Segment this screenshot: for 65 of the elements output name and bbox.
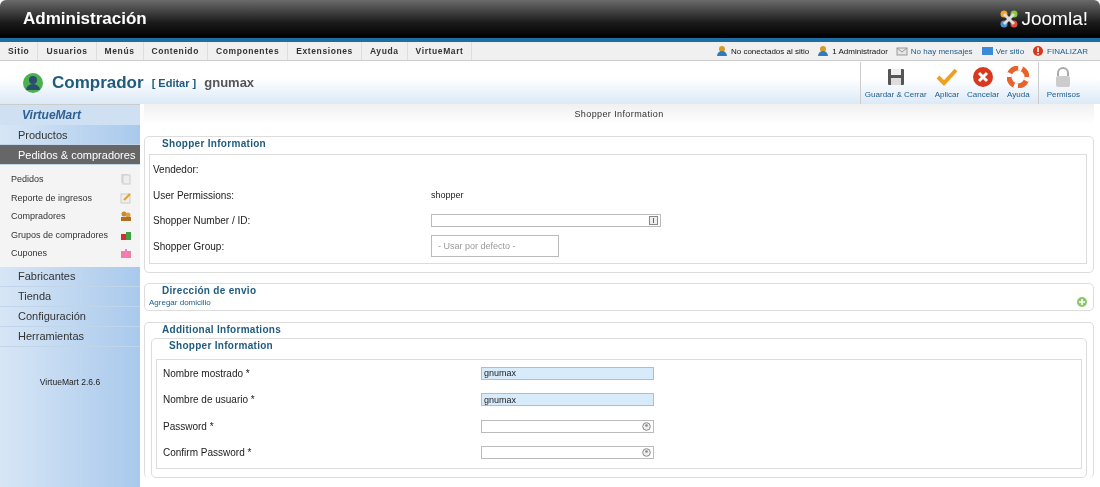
- menu-item[interactable]: Usuarios: [38, 42, 97, 60]
- menu-item[interactable]: Menús: [96, 42, 144, 60]
- status-text: No conectados al sitio: [730, 46, 810, 56]
- padlock-button[interactable]: Permisos: [1037, 61, 1088, 104]
- add-icon: [1077, 297, 1087, 307]
- sidebar-section[interactable]: Pedidos & compradores: [0, 145, 140, 165]
- status-link[interactable]: No hay mensajes: [910, 46, 973, 56]
- menu-item[interactable]: Contenido: [143, 42, 208, 60]
- cancel-button[interactable]: Cancelar: [963, 61, 1004, 104]
- save-button[interactable]: Guardar & Cerrar: [859, 61, 931, 104]
- cancel-icon: [972, 66, 995, 88]
- input-field[interactable]: [481, 446, 654, 460]
- edit-note-icon: [120, 191, 132, 204]
- edit-label: [ Editar ]: [151, 76, 197, 89]
- version-label: VirtueMart 2.6.6: [38, 376, 102, 387]
- status-link[interactable]: FINALIZAR: [1047, 46, 1088, 56]
- menu-item[interactable]: Ayuda: [361, 42, 408, 60]
- people-icon: [120, 210, 132, 223]
- sidebar-section[interactable]: Configuración: [0, 306, 140, 327]
- field-value: shopper: [431, 190, 464, 201]
- status-text: 1 Administrador: [832, 46, 888, 56]
- field-label: Nombre de usuario *: [163, 394, 256, 406]
- admin-title: Administración: [23, 9, 147, 29]
- sidebar-link[interactable]: Compradores: [11, 211, 66, 222]
- field-label: Shopper Group:: [153, 240, 226, 252]
- joomla-logo-icon: [999, 9, 1020, 29]
- field-label: Password *: [163, 420, 215, 432]
- menu-item[interactable]: VirtueMart: [407, 42, 473, 60]
- record-name: gnumax: [204, 75, 255, 90]
- sidebar-section[interactable]: Herramientas: [0, 326, 140, 347]
- field-label: Confirm Password *: [163, 447, 253, 459]
- sidebar-link[interactable]: Grupos de compradores: [11, 229, 109, 240]
- field-label: Shopper Number / ID:: [153, 215, 252, 227]
- sidebar-link[interactable]: Reporte de ingresos: [11, 192, 93, 203]
- envelope-icon: [895, 45, 908, 57]
- input-field[interactable]: gnumax: [481, 366, 654, 380]
- gift-icon: [120, 247, 132, 260]
- add-address-link[interactable]: Agregar domicilio: [149, 297, 211, 307]
- field-label: User Permissions:: [153, 189, 236, 201]
- input-field[interactable]: [431, 214, 661, 228]
- virtuemart-logo: VirtueMart: [0, 105, 140, 125]
- menu-item[interactable]: Sitio: [0, 42, 39, 60]
- user-icon: [817, 45, 830, 57]
- documents-icon: [120, 173, 132, 186]
- status-link[interactable]: Ver sitio: [995, 46, 1025, 56]
- sidebar-link[interactable]: Pedidos: [11, 174, 44, 185]
- power-icon: [1032, 45, 1045, 57]
- checkmark-icon: [935, 66, 958, 88]
- tab[interactable]: Shopper Information: [574, 109, 664, 119]
- user-icon: [22, 71, 44, 94]
- screen-icon: [980, 45, 993, 57]
- input-field[interactable]: gnumax: [481, 393, 654, 407]
- menu-item[interactable]: Componentes: [207, 42, 289, 60]
- checkmark-button[interactable]: Aplicar: [930, 61, 964, 104]
- page-title: Comprador: [52, 72, 144, 93]
- sidebar-link[interactable]: Cupones: [11, 248, 48, 259]
- menu-item[interactable]: Extensiones: [288, 42, 362, 60]
- field-label: Vendedor:: [153, 164, 200, 176]
- joomla-logo-text: Joomla!: [1021, 8, 1088, 30]
- lifebuoy-icon: [1007, 66, 1030, 88]
- sidebar-section[interactable]: Tienda: [0, 286, 140, 307]
- sidebar-section[interactable]: Fabricantes: [0, 266, 140, 287]
- lifebuoy-button[interactable]: Ayuda: [1003, 61, 1034, 104]
- field-label: Nombre mostrado *: [163, 367, 251, 379]
- input-field[interactable]: [481, 419, 654, 433]
